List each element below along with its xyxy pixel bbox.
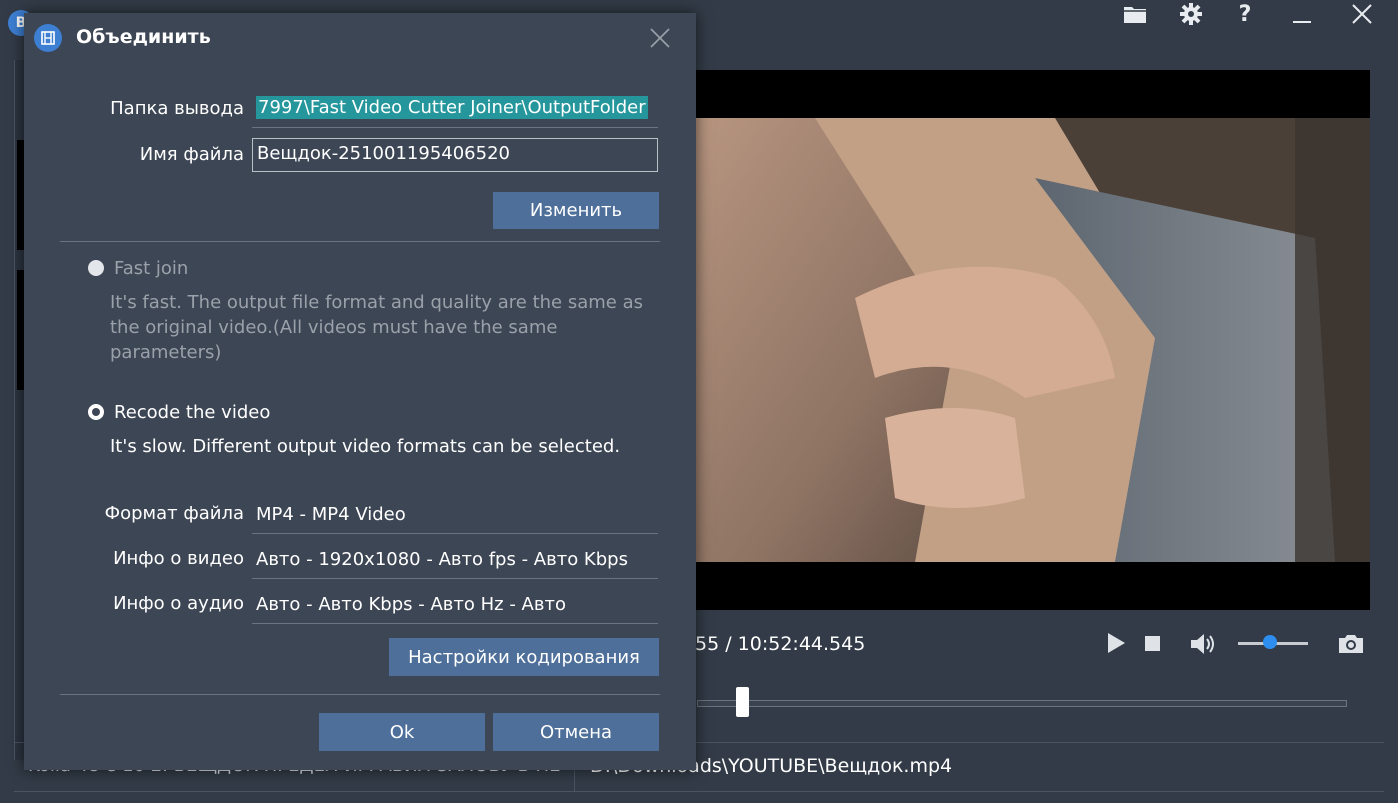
ok-button[interactable]: Ok (319, 713, 485, 751)
divider (60, 694, 660, 695)
recode-label: Recode the video (114, 402, 271, 423)
file-format-select[interactable]: MP4 - MP4 Video (252, 504, 658, 525)
video-preview (695, 70, 1370, 610)
help-icon[interactable]: ? (1231, 0, 1259, 28)
divider (60, 241, 660, 242)
output-folder-underline (252, 127, 658, 128)
video-info-underline (252, 578, 658, 579)
file-format-underline (252, 533, 658, 534)
volume-slider-handle[interactable] (1262, 635, 1277, 649)
change-button[interactable]: Изменить (493, 192, 659, 229)
fast-join-description: It's fast. The output file format and qu… (110, 292, 643, 363)
recode-description: It's slow. Different output video format… (110, 436, 621, 457)
file-format-label: Формат файла (104, 503, 244, 524)
gear-icon[interactable] (1177, 0, 1205, 28)
video-info-field[interactable]: Авто - 1920x1080 - Авто fps - Авто Kbps (252, 549, 658, 570)
video-info-label: Инфо о видео (113, 548, 244, 569)
fast-join-label: Fast join (114, 258, 189, 279)
volume-icon[interactable] (1189, 630, 1219, 658)
time-display: 55 / 10:52:44.545 (695, 633, 866, 655)
film-icon (34, 24, 62, 52)
output-folder-label: Папка вывода (110, 98, 244, 119)
audio-info-field[interactable]: Авто - Авто Kbps - Авто Hz - Авто (252, 594, 658, 615)
audio-info-label: Инфо о аудио (113, 593, 244, 614)
join-dialog: Объединить Папка вывода 7997\Fast Video … (24, 13, 696, 770)
file-name-input[interactable]: Вещдок-251001195406520 (252, 138, 658, 172)
output-folder-input[interactable]: 7997\Fast Video Cutter Joiner\OutputFold… (252, 93, 658, 127)
timeline-handle[interactable] (735, 687, 749, 717)
dialog-title: Объединить (76, 26, 211, 48)
close-icon[interactable] (646, 24, 674, 52)
video-frame (695, 118, 1370, 562)
minimize-icon[interactable] (1288, 0, 1316, 28)
timeline-track[interactable] (697, 700, 1347, 707)
camera-icon[interactable] (1337, 630, 1365, 658)
output-folder-value: 7997\Fast Video Cutter Joiner\OutputFold… (256, 96, 648, 119)
folder-icon[interactable] (1121, 0, 1149, 28)
fast-join-radio[interactable] (88, 260, 104, 276)
stop-icon[interactable] (1143, 630, 1163, 658)
audio-info-underline (252, 623, 658, 624)
cancel-button[interactable]: Отмена (493, 713, 659, 751)
recode-radio[interactable] (88, 404, 104, 420)
file-name-label: Имя файла (139, 144, 244, 165)
play-icon[interactable] (1104, 630, 1128, 658)
close-icon[interactable] (1348, 0, 1376, 28)
encoding-settings-button[interactable]: Настройки кодирования (389, 638, 659, 676)
